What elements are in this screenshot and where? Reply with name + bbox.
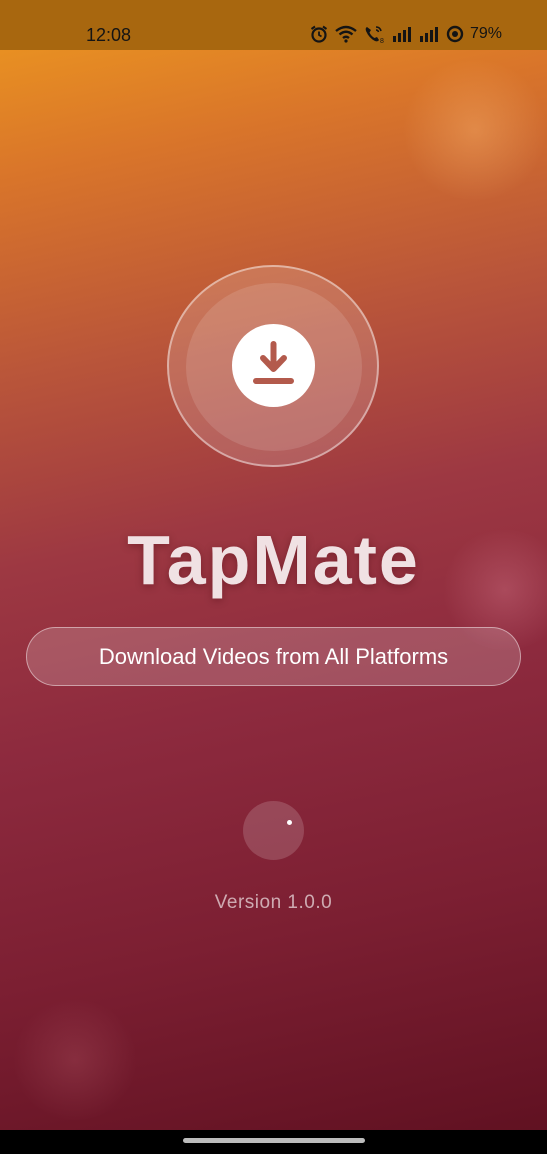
battery-saver-icon xyxy=(446,25,464,43)
splash-screen: 12:08 8 79% TapMate Download Videos from… xyxy=(0,0,547,1154)
svg-text:8: 8 xyxy=(380,38,384,44)
tagline-pill: Download Videos from All Platforms xyxy=(26,627,521,686)
signal-icon xyxy=(420,27,438,42)
tagline-text: Download Videos from All Platforms xyxy=(98,643,449,669)
download-icon xyxy=(253,341,294,384)
battery-percent: 79% xyxy=(470,25,503,42)
volte-call-icon: 8 xyxy=(365,26,384,44)
version-label: Version 1.0.0 xyxy=(214,892,333,913)
wifi-icon xyxy=(335,25,357,43)
status-bar: 12:08 8 79% xyxy=(0,0,547,50)
status-icons: 8 79% xyxy=(309,22,502,46)
alarm-icon xyxy=(310,25,328,43)
app-title: TapMate xyxy=(127,521,420,599)
home-indicator[interactable] xyxy=(183,1138,365,1143)
spinner-dot xyxy=(287,820,292,825)
background-glow xyxy=(10,1000,140,1120)
status-time: 12:08 xyxy=(86,25,132,45)
background-glow xyxy=(400,60,547,200)
logo-disc xyxy=(232,324,315,407)
signal-icon xyxy=(393,27,411,42)
loading-spinner xyxy=(243,801,304,860)
